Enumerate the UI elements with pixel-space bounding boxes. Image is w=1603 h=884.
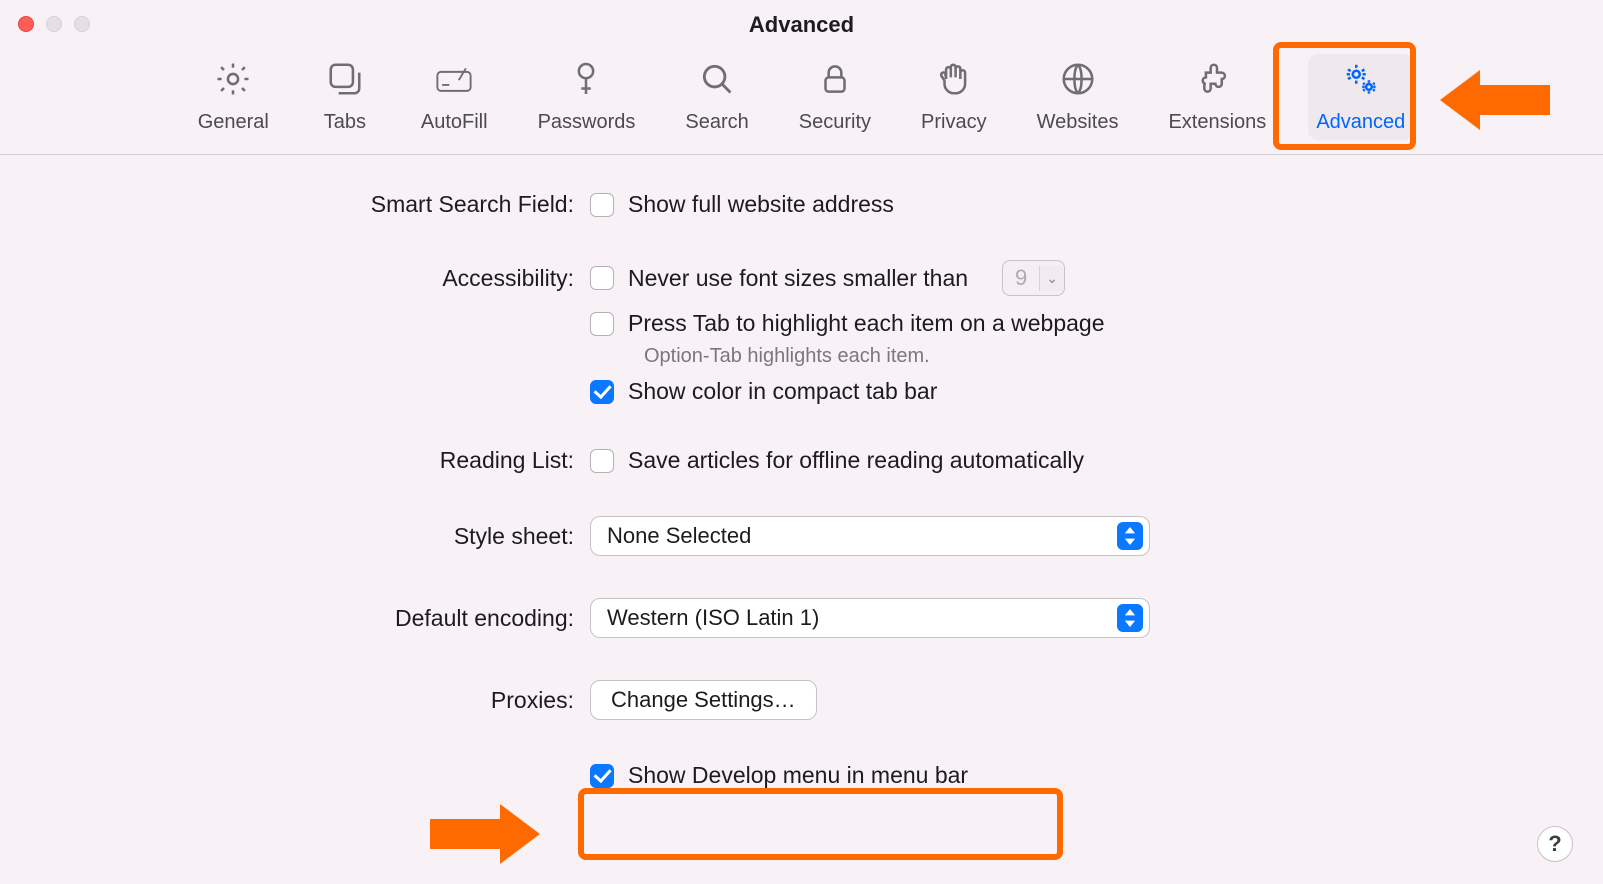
show-full-address-label: Show full website address: [628, 191, 894, 218]
tab-label: General: [198, 111, 269, 134]
question-mark-icon: ?: [1548, 831, 1561, 857]
window-minimize-button[interactable]: [46, 16, 62, 32]
tabs-icon: [326, 60, 364, 103]
tab-autofill[interactable]: AutoFill: [413, 54, 496, 140]
preferences-content: Smart Search Field: Show full website ad…: [0, 155, 1603, 789]
never-font-size-label: Never use font sizes smaller than: [628, 265, 968, 292]
change-settings-button[interactable]: Change Settings…: [590, 680, 817, 720]
show-color-checkbox[interactable]: [590, 380, 614, 404]
tab-extensions[interactable]: Extensions: [1160, 54, 1274, 140]
tab-passwords[interactable]: Passwords: [530, 54, 644, 140]
autofill-icon: [435, 60, 473, 103]
tab-privacy[interactable]: Privacy: [913, 54, 995, 140]
annotation-arrow-advanced: [1440, 70, 1550, 130]
show-develop-menu-checkbox[interactable]: [590, 764, 614, 788]
smart-search-label: Smart Search Field:: [0, 191, 590, 218]
show-color-label: Show color in compact tab bar: [628, 378, 937, 405]
show-full-address-checkbox[interactable]: [590, 193, 614, 217]
gears-icon: [1342, 60, 1380, 103]
proxies-label: Proxies:: [0, 687, 590, 714]
default-encoding-select[interactable]: Western (ISO Latin 1): [590, 598, 1150, 638]
tab-label: Search: [685, 111, 748, 134]
tab-label: Advanced: [1316, 111, 1405, 134]
annotation-arrow-develop: [430, 804, 540, 864]
reading-list-label: Reading List:: [0, 447, 590, 474]
gear-icon: [214, 60, 252, 103]
tab-label: Security: [799, 111, 871, 134]
puzzle-icon: [1198, 60, 1236, 103]
select-arrows-icon: [1117, 522, 1143, 550]
default-encoding-value: Western (ISO Latin 1): [607, 605, 819, 631]
accessibility-label: Accessibility:: [0, 265, 590, 292]
style-sheet-select[interactable]: None Selected: [590, 516, 1150, 556]
tab-label: Tabs: [324, 111, 366, 134]
never-font-size-checkbox[interactable]: [590, 266, 614, 290]
select-arrows-icon: [1117, 604, 1143, 632]
tab-label: Extensions: [1168, 111, 1266, 134]
font-size-value: 9: [1003, 261, 1039, 295]
style-sheet-value: None Selected: [607, 523, 751, 549]
press-tab-checkbox[interactable]: [590, 312, 614, 336]
window-title: Advanced: [749, 12, 854, 38]
tab-websites[interactable]: Websites: [1029, 54, 1127, 140]
tab-security[interactable]: Security: [791, 54, 879, 140]
font-size-stepper[interactable]: 9 ⌄: [1002, 260, 1065, 296]
save-offline-label: Save articles for offline reading automa…: [628, 447, 1084, 474]
change-settings-label: Change Settings…: [611, 687, 796, 713]
tab-advanced[interactable]: Advanced: [1308, 54, 1413, 140]
style-sheet-label: Style sheet:: [0, 523, 590, 550]
hand-icon: [935, 60, 973, 103]
tab-label: Websites: [1037, 111, 1119, 134]
tab-search[interactable]: Search: [677, 54, 756, 140]
press-tab-label: Press Tab to highlight each item on a we…: [628, 310, 1105, 337]
tab-label: AutoFill: [421, 111, 488, 134]
option-tab-hint: Option-Tab highlights each item.: [644, 345, 1603, 368]
search-icon: [698, 60, 736, 103]
preferences-toolbar: General Tabs AutoFill Passwords Search S…: [0, 50, 1603, 155]
globe-icon: [1059, 60, 1097, 103]
tab-label: Passwords: [538, 111, 636, 134]
chevron-down-icon: ⌄: [1039, 266, 1064, 291]
lock-icon: [816, 60, 854, 103]
tab-label: Privacy: [921, 111, 987, 134]
window-close-button[interactable]: [18, 16, 34, 32]
annotation-highlight-develop: [578, 788, 1063, 860]
help-button[interactable]: ?: [1537, 826, 1573, 862]
save-offline-checkbox[interactable]: [590, 449, 614, 473]
tab-tabs[interactable]: Tabs: [311, 54, 379, 140]
key-icon: [567, 60, 605, 103]
show-develop-menu-label: Show Develop menu in menu bar: [628, 762, 968, 789]
tab-general[interactable]: General: [190, 54, 277, 140]
default-encoding-label: Default encoding:: [0, 605, 590, 632]
window-maximize-button[interactable]: [74, 16, 90, 32]
